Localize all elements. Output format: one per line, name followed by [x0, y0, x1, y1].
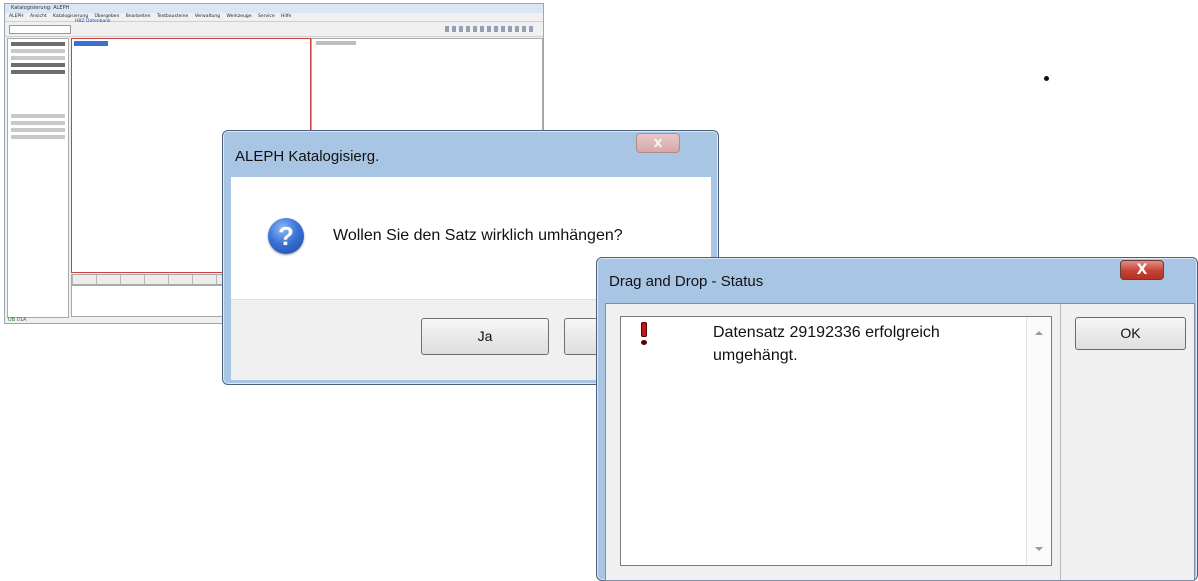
tree-line	[11, 42, 65, 46]
menu-item[interactable]: ALEPH	[9, 14, 24, 19]
status-message-list[interactable]: Datensatz 29192336 erfolgreich umgehängt…	[620, 316, 1052, 566]
menu-item[interactable]: Werkzeuge	[227, 14, 252, 19]
app-combo-box[interactable]	[9, 25, 71, 34]
stray-dot	[1044, 76, 1049, 81]
yes-button[interactable]: Ja	[421, 318, 549, 355]
question-icon: ?	[268, 218, 304, 254]
menu-item[interactable]: Textbausteine	[157, 14, 188, 19]
status-message: Datensatz 29192336 erfolgreich umgehängt…	[713, 324, 940, 364]
dialog-title: Drag and Drop - Status	[609, 273, 764, 290]
app-status-text: UB 01A	[8, 317, 27, 323]
drag-drop-status-dialog: Drag and Drop - Status X Datensatz 29192…	[596, 257, 1198, 581]
panel-header	[316, 41, 356, 45]
exclamation-icon	[639, 322, 649, 345]
menu-item[interactable]: Ansicht	[30, 14, 47, 19]
tree-line	[11, 63, 65, 67]
dialog-body: Datensatz 29192336 erfolgreich umgehängt…	[605, 303, 1195, 581]
tree-line	[11, 49, 65, 53]
tree-line	[11, 135, 65, 139]
menu-item[interactable]: Service	[258, 14, 275, 19]
app-toolbar	[5, 22, 543, 37]
vertical-scrollbar[interactable]	[1026, 317, 1051, 565]
menu-item[interactable]: Verwaltung	[195, 14, 220, 19]
app-note: HBZ Datenbank	[75, 19, 111, 24]
app-tree-panel[interactable]	[7, 38, 69, 318]
tree-line	[11, 56, 65, 60]
scroll-up-icon[interactable]	[1035, 331, 1043, 335]
menu-item[interactable]: Bearbeiten	[126, 14, 151, 19]
toolbar-icons[interactable]	[445, 26, 535, 32]
scroll-down-icon[interactable]	[1035, 547, 1043, 551]
dialog-message: Wollen Sie den Satz wirklich umhängen?	[333, 227, 623, 244]
tree-line	[11, 114, 65, 118]
dialog-title: ALEPH Katalogisierg.	[235, 148, 380, 165]
tree-line	[11, 70, 65, 74]
selected-record[interactable]	[74, 41, 108, 46]
ok-button[interactable]: OK	[1075, 317, 1186, 350]
divider	[1060, 304, 1061, 580]
tree-line	[11, 128, 65, 132]
tree-line	[11, 121, 65, 125]
app-titlebar: Katalogisierung: ALEPH	[5, 4, 543, 13]
close-icon[interactable]: x	[636, 133, 680, 153]
menu-item[interactable]: Hilfe	[281, 14, 291, 19]
close-icon[interactable]: X	[1120, 260, 1164, 280]
